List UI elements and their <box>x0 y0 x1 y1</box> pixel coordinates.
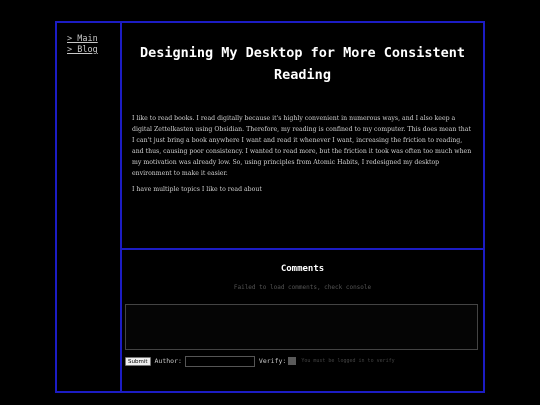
verify-note: You must be logged in to verify <box>301 358 395 364</box>
article-panel: Designing My Desktop for More Consistent… <box>122 23 483 250</box>
comments-section: Comments Failed to load comments, check … <box>122 250 483 391</box>
comment-textarea[interactable] <box>125 304 478 350</box>
page-title: Designing My Desktop for More Consistent… <box>139 45 466 83</box>
sidebar: > Main > Blog <box>57 23 122 391</box>
article-paragraph: I like to read books. I read digitally b… <box>132 115 472 177</box>
verify-label: Verify: <box>258 357 287 365</box>
article-paragraph: I have multiple topics I like to read ab… <box>132 186 262 194</box>
verify-checkbox[interactable] <box>288 357 297 365</box>
author-input[interactable] <box>184 355 255 367</box>
comments-heading: Comments <box>280 264 325 274</box>
sidebar-nav: > Main > Blog <box>57 23 120 56</box>
nav-link-main[interactable]: > Main <box>67 34 120 45</box>
comment-form-row: Submit Author: Verify: You must be logge… <box>125 355 395 367</box>
author-label: Author: <box>154 357 182 365</box>
submit-button[interactable]: Submit <box>125 356 151 366</box>
nav-link-blog[interactable]: > Blog <box>67 45 120 56</box>
article-body: I like to read books. I read digitally b… <box>132 114 475 196</box>
comments-status-message: Failed to load comments, check console <box>233 284 372 291</box>
page-frame: > Main > Blog Designing My Desktop for M… <box>55 21 485 393</box>
